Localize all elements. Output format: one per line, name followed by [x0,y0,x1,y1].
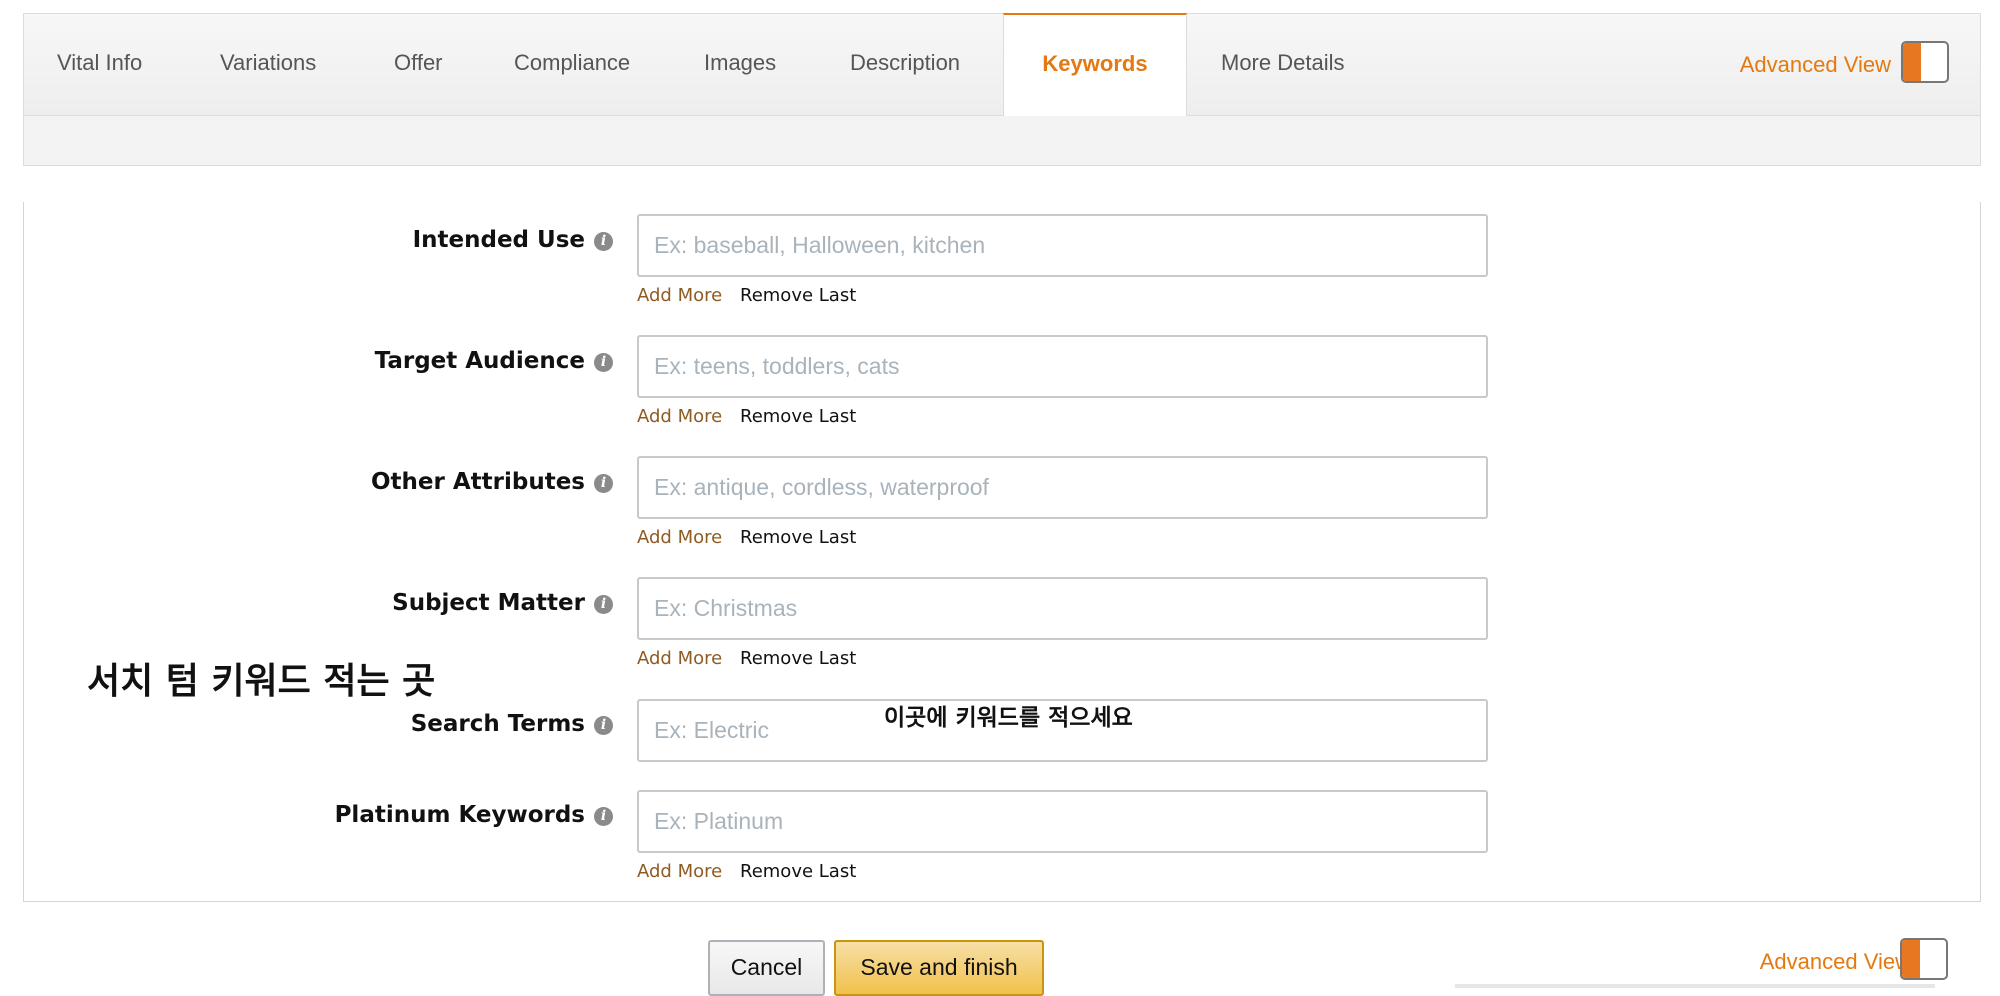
tab-variations[interactable]: Variations [220,14,316,115]
tab-description[interactable]: Description [850,14,960,115]
label-subject-matter: Subject Matter [392,590,585,616]
add-more-link[interactable]: Add More [637,406,722,427]
info-icon[interactable]: i [594,353,613,372]
tab-more-details[interactable]: More Details [1221,14,1344,115]
add-more-link[interactable]: Add More [637,648,722,669]
target-audience-input[interactable] [637,335,1488,398]
other-attributes-input[interactable] [637,456,1488,519]
add-more-link[interactable]: Add More [637,527,722,548]
platinum-keywords-input[interactable] [637,790,1488,853]
remove-last-link[interactable]: Remove Last [740,406,856,427]
add-more-link[interactable]: Add More [637,285,722,306]
info-icon[interactable]: i [594,716,613,735]
label-search-terms: Search Terms [410,711,585,737]
remove-last-link[interactable]: Remove Last [740,527,856,548]
annotation-write-keywords-here: 이곳에 키워드를 적으세요 [884,705,1133,731]
subject-matter-input[interactable] [637,577,1488,640]
annotation-search-terms-note: 서치 텀 키워드 적는 곳 [87,661,436,702]
label-target-audience: Target Audience [374,348,585,374]
label-other-attributes: Other Attributes [370,469,585,495]
tab-images[interactable]: Images [704,14,776,115]
remove-last-link[interactable]: Remove Last [740,648,856,669]
info-icon[interactable]: i [594,232,613,251]
tab-keywords[interactable]: Keywords [1003,13,1187,116]
bottom-edge-strip [1455,984,1935,988]
info-icon[interactable]: i [594,595,613,614]
add-more-link[interactable]: Add More [637,861,722,882]
intended-use-input[interactable] [637,214,1488,277]
toggle-fill [1903,43,1921,81]
advanced-view-label: Advanced View [1759,949,1911,974]
label-intended-use: Intended Use [412,227,585,253]
tab-subbar [23,116,1981,166]
advanced-view-toggle[interactable] [1901,41,1949,83]
label-platinum-keywords: Platinum Keywords [334,802,585,828]
remove-last-link[interactable]: Remove Last [740,285,856,306]
info-icon[interactable]: i [594,807,613,826]
info-icon[interactable]: i [594,474,613,493]
toggle-fill [1902,940,1920,978]
tab-compliance[interactable]: Compliance [514,14,630,115]
remove-last-link[interactable]: Remove Last [740,861,856,882]
tab-bar: Vital Info Variations Offer Compliance I… [23,13,1981,116]
advanced-view-toggle[interactable] [1900,938,1948,980]
advanced-view-label: Advanced View [1739,52,1891,77]
tab-vital-info[interactable]: Vital Info [57,14,142,115]
tab-offer[interactable]: Offer [394,14,443,115]
